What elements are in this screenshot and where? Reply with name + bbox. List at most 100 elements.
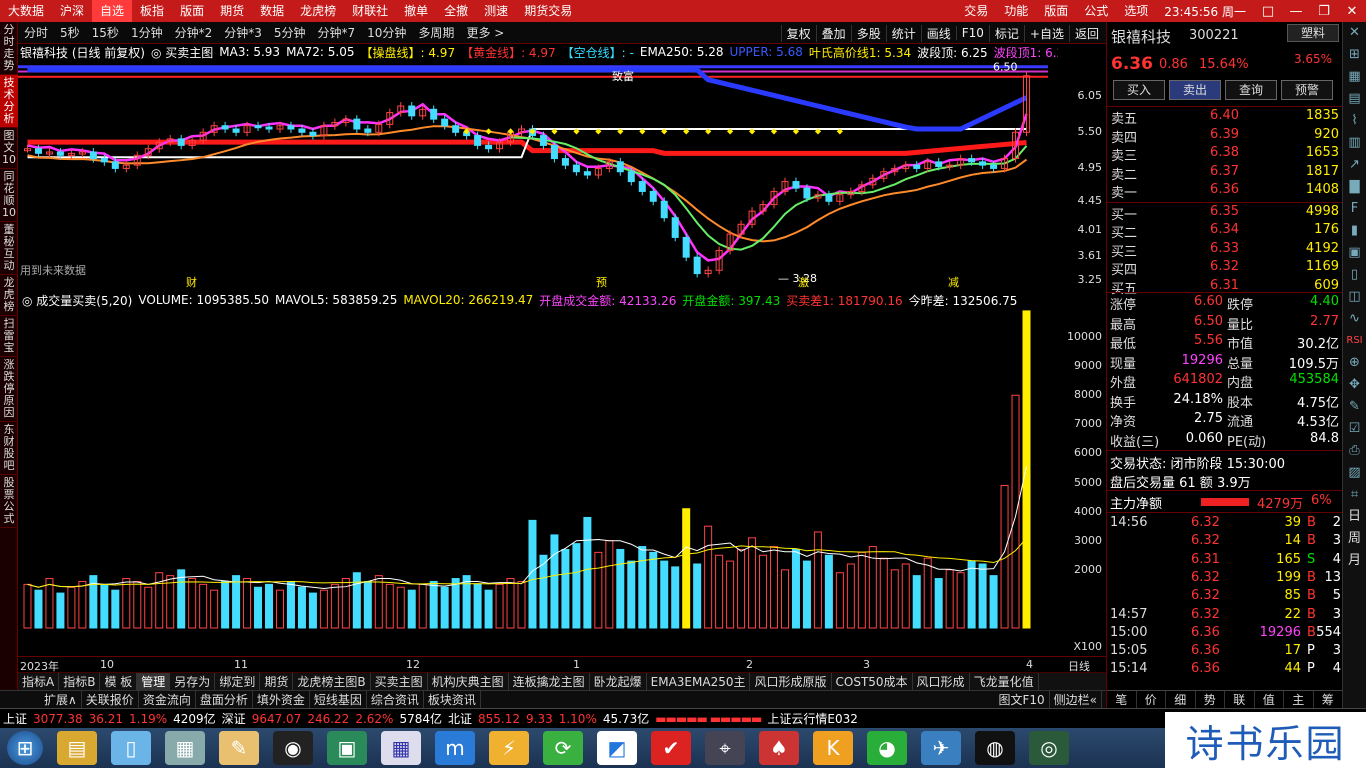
eye-app-icon[interactable]: ◎ — [1029, 731, 1069, 765]
ask-row[interactable]: 卖二 6.37 1817 — [1107, 164, 1343, 183]
ask-row[interactable]: 卖三 6.38 1653 — [1107, 145, 1343, 164]
toolbar-button[interactable]: F10 — [955, 26, 989, 40]
globe-app-icon[interactable]: ◍ — [975, 731, 1015, 765]
top-right-menu-item[interactable]: 公式 — [1076, 0, 1116, 22]
wechat-icon[interactable]: ◕ — [867, 731, 907, 765]
cards-game-icon[interactable]: ♠ — [759, 731, 799, 765]
bid-row[interactable]: 买一 6.35 4998 — [1107, 204, 1343, 223]
right-bottom-tab[interactable]: 联 — [1225, 691, 1255, 708]
indicator-tab[interactable]: 飞龙量化值 — [970, 672, 1039, 691]
close-panel-icon[interactable]: ✕ — [1343, 22, 1366, 44]
indicator-tab[interactable]: 期货 — [260, 672, 294, 691]
top-right-menu-item[interactable]: 交易 — [956, 0, 996, 22]
sz-index-name[interactable]: 深证 — [219, 710, 249, 727]
ninja-app-icon[interactable]: ◉ — [273, 731, 313, 765]
grid-icon[interactable]: ▦ — [1343, 66, 1366, 88]
top-menu-item[interactable]: 期货交易 — [516, 0, 580, 22]
kline-icon[interactable]: ▥ — [1343, 132, 1366, 154]
price-chart[interactable]: ◆ ◆ ◆ ◆ ◆ ◆ ◆ ◆ ◆ ◆ ◆ ◆ ◆ ◆ ◆ ◆ ◆ ◆6.50— 3.28致富用到未来数据财预激减 — [18, 60, 1058, 290]
sub-tab-right[interactable]: 侧边栏« — [1050, 691, 1102, 708]
move-icon[interactable]: ✥ — [1343, 374, 1366, 396]
toolbar-button[interactable]: 多股 — [850, 24, 886, 42]
volume-chart[interactable] — [18, 308, 1058, 656]
indicator-tab[interactable]: 买卖主图 — [371, 672, 428, 691]
volume-icon[interactable]: ▮ — [1343, 220, 1366, 242]
screen-app-icon[interactable]: ▣ — [327, 731, 367, 765]
tile-icon[interactable]: ⊞ — [1343, 44, 1366, 66]
sidebar-item[interactable]: 同花顺10 — [0, 169, 18, 222]
trend-icon[interactable]: ↗ — [1343, 154, 1366, 176]
event-marker[interactable]: 财 — [186, 275, 197, 289]
sidebar-item[interactable]: 扫雷宝 — [0, 316, 18, 357]
restore-icon[interactable]: ❐ — [1310, 4, 1338, 19]
toolbar-button[interactable]: 复权 — [780, 24, 816, 42]
paint-icon[interactable]: ✎ — [219, 731, 259, 765]
top-menu-item[interactable]: 板指 — [132, 0, 172, 22]
f10-icon[interactable]: F — [1343, 198, 1366, 220]
list-icon[interactable]: ▤ — [1343, 88, 1366, 110]
zoom-icon[interactable]: ⊕ — [1343, 352, 1366, 374]
indicator-tab[interactable]: 风口形成 — [913, 672, 970, 691]
period-button[interactable]: 5分钟 — [268, 24, 312, 41]
formula-name[interactable]: ◎ 买卖主图 — [151, 44, 213, 60]
close-icon[interactable]: ✕ — [1338, 4, 1366, 19]
sell-button[interactable]: 卖出 — [1169, 80, 1221, 100]
file-explorer-icon[interactable]: ▤ — [57, 731, 97, 765]
cloud-quote-label[interactable]: 上证云行情E032 — [764, 710, 861, 727]
period-button[interactable]: 15秒 — [86, 24, 125, 41]
month-period-icon[interactable]: 月 — [1343, 550, 1366, 572]
top-right-menu-item[interactable]: 选项 — [1116, 0, 1156, 22]
query-button[interactable]: 查询 — [1225, 80, 1277, 100]
minimize-icon[interactable]: — — [1282, 4, 1310, 19]
right-bottom-tab[interactable]: 价 — [1137, 691, 1166, 708]
sidebar-item[interactable]: 分时走势 — [0, 22, 18, 75]
minute-chart-icon[interactable]: ⌇ — [1343, 110, 1366, 132]
top-menu-item[interactable]: 全撤 — [436, 0, 476, 22]
top-menu-item[interactable]: 版面 — [172, 0, 212, 22]
vol-title[interactable]: ◎ 成交量买卖(5,20) — [22, 292, 132, 309]
indicator-tab[interactable]: 模 板 — [100, 672, 138, 691]
top-menu-item[interactable]: 数据 — [252, 0, 292, 22]
sub-tab[interactable]: 综合资讯 — [367, 691, 424, 708]
top-menu-item[interactable]: 测速 — [476, 0, 516, 22]
sh-index-name[interactable]: 上证 — [0, 710, 30, 727]
indicator-tab[interactable]: EMA3EMA250主 — [647, 672, 751, 691]
toolbar-button[interactable]: 统计 — [885, 24, 921, 42]
bid-row[interactable]: 买二 6.34 176 — [1107, 222, 1343, 241]
maximize-icon[interactable]: □ — [1254, 4, 1282, 19]
refresh-app-icon[interactable]: ⟳ — [543, 731, 583, 765]
top-right-menu-item[interactable]: 版面 — [1036, 0, 1076, 22]
ask-row[interactable]: 卖一 6.36 1408 — [1107, 182, 1343, 201]
indicator-tab[interactable]: 另存为 — [170, 672, 216, 691]
period-button[interactable]: 分钟*7 — [312, 24, 362, 41]
maxthon-icon[interactable]: m — [435, 731, 475, 765]
sidebar-item[interactable]: 涨跌停原因 — [0, 357, 18, 422]
stock-app-icon[interactable]: ✔ — [651, 731, 691, 765]
indicator-tab[interactable]: COST50成本 — [832, 672, 913, 691]
toolbar-button[interactable]: +自选 — [1023, 24, 1069, 42]
right-bottom-tab[interactable]: 势 — [1196, 691, 1225, 708]
sub-tab[interactable]: 短线基因 — [310, 691, 367, 708]
event-marker[interactable]: 预 — [596, 276, 607, 289]
indicator-tab[interactable]: 机构庆典主图 — [428, 672, 509, 691]
period-button[interactable]: 分时 — [18, 24, 54, 41]
top-menu-item[interactable]: 大数据 — [0, 0, 52, 22]
square-app-icon[interactable]: ◩ — [597, 731, 637, 765]
capture-icon[interactable]: ⌗ — [1343, 484, 1366, 506]
indicator-tab[interactable]: 风口形成原版 — [750, 672, 832, 691]
sector-tag[interactable]: 塑料 — [1287, 24, 1339, 42]
sidebar-item[interactable]: 董秘互动 — [0, 222, 18, 275]
bid-row[interactable]: 买三 6.33 4192 — [1107, 241, 1343, 260]
sub-tab[interactable]: 关联报价 — [82, 691, 139, 708]
photo-icon[interactable]: ▨ — [1343, 462, 1366, 484]
ask-row[interactable]: 卖四 6.39 920 — [1107, 127, 1343, 146]
check-icon[interactable]: ☑ — [1343, 418, 1366, 440]
toolbar-button[interactable]: 标记 — [988, 24, 1024, 42]
period-button[interactable]: 分钟*3 — [218, 24, 268, 41]
bz-index-name[interactable]: 北证 — [445, 710, 475, 727]
period-button[interactable]: 多周期 — [412, 24, 460, 41]
sub-tab[interactable]: 扩展∧ — [40, 691, 82, 708]
indicator-tab[interactable]: 卧龙起爆 — [590, 672, 647, 691]
thunder-icon[interactable]: ⚡ — [489, 731, 529, 765]
sidebar-item[interactable]: 图文10 — [0, 128, 18, 169]
